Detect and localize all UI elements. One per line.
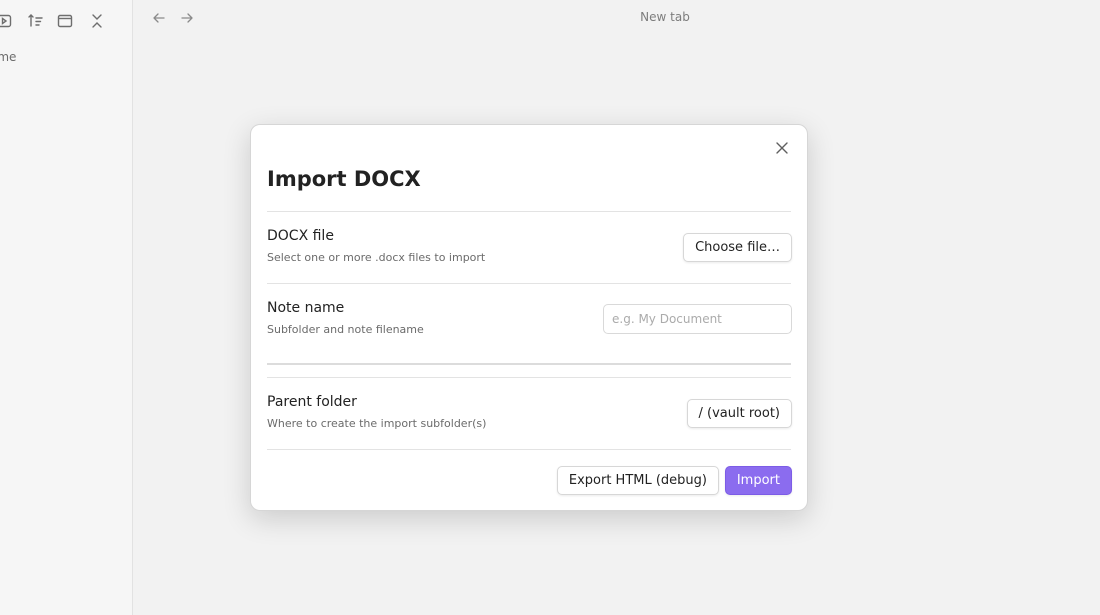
- divider: [267, 363, 791, 365]
- note-name-input[interactable]: [603, 304, 792, 334]
- left-sidebar: ome: [0, 0, 133, 615]
- divider: [267, 283, 791, 284]
- parent-folder-label: Parent folder: [267, 394, 357, 410]
- sidebar-item-home[interactable]: ome: [0, 50, 16, 64]
- back-arrow-icon[interactable]: [148, 8, 170, 28]
- tab-title: New tab: [640, 10, 690, 24]
- window-icon[interactable]: [53, 8, 77, 34]
- tab-header: New tab: [133, 0, 1100, 36]
- import-docx-modal: Import DOCX DOCX file Select one or more…: [250, 124, 808, 511]
- import-button[interactable]: Import: [724, 466, 792, 495]
- play-icon[interactable]: [0, 8, 16, 34]
- export-html-debug-button[interactable]: Export HTML (debug): [556, 466, 719, 495]
- note-name-description: Subfolder and note filename: [267, 323, 424, 336]
- close-icon[interactable]: [769, 135, 795, 161]
- app-window: ome New tab Import DOCX DOCX file Select…: [0, 0, 1100, 615]
- parent-folder-description: Where to create the import subfolder(s): [267, 417, 487, 430]
- docx-file-description: Select one or more .docx files to import: [267, 251, 486, 264]
- divider: [267, 449, 791, 450]
- parent-folder-button[interactable]: / (vault root): [686, 399, 792, 428]
- sort-icon[interactable]: [24, 8, 48, 34]
- choose-file-button[interactable]: Choose file…: [683, 233, 792, 262]
- divider: [267, 211, 791, 212]
- divider: [267, 377, 791, 378]
- collapse-icon[interactable]: [85, 8, 109, 34]
- docx-file-label: DOCX file: [267, 228, 334, 244]
- note-name-label: Note name: [267, 300, 345, 316]
- modal-title: Import DOCX: [267, 167, 421, 191]
- forward-arrow-icon[interactable]: [176, 8, 198, 28]
